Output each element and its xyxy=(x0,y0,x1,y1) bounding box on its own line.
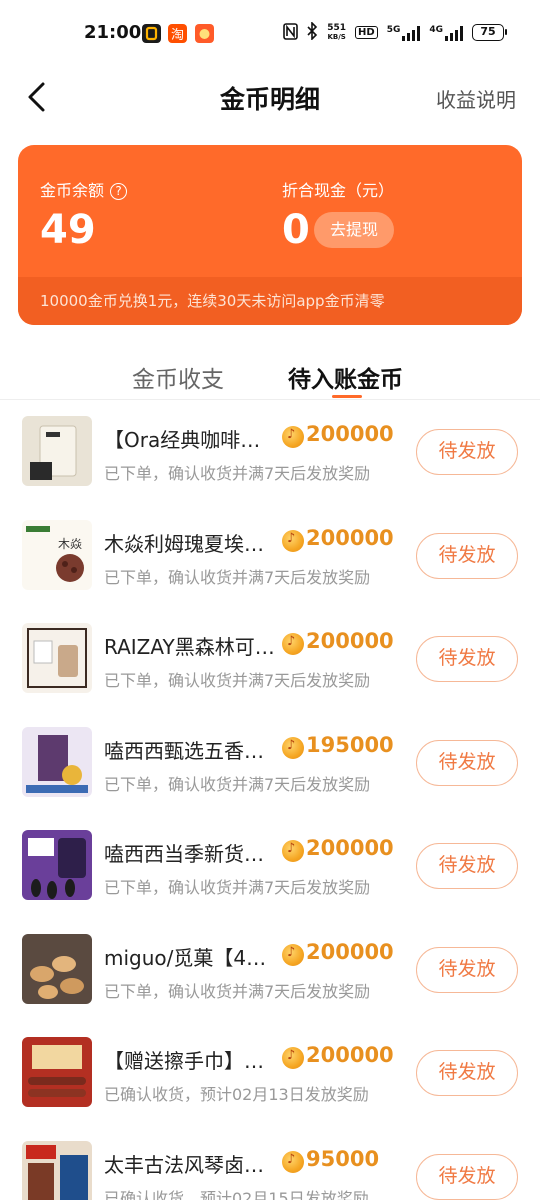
withdraw-button[interactable]: 去提现 xyxy=(314,212,394,248)
coin-amount: 200000 xyxy=(306,836,394,860)
product-thumbnail xyxy=(22,726,92,797)
coin-icon xyxy=(282,633,304,655)
coin-icon xyxy=(282,529,304,552)
balance-card: 金币余额? 49 折合现金（元） 0 去提现 10000金币兑换1元，连续30天… xyxy=(18,145,522,325)
pending-release-button[interactable]: 待发放 xyxy=(416,532,518,579)
cash-equivalent-label: 折合现金（元） xyxy=(282,181,395,200)
product-thumbnail xyxy=(22,933,92,1004)
coin-amount: 200000 xyxy=(306,1043,394,1067)
signal-4g-icon: 4G xyxy=(429,25,463,41)
list-item[interactable]: 嗑西西当季新货… 200000 已下单，确认收货并满7天后发放奖励 待发放 xyxy=(0,814,540,918)
coin-amount: 95000 xyxy=(306,1146,380,1171)
bluetooth-icon xyxy=(307,21,318,43)
earnings-explanation-link[interactable]: 收益说明 xyxy=(436,84,516,113)
product-thumbnail xyxy=(22,1140,92,1200)
status-indicators: 551 KB/S HD 5G 4G 75 xyxy=(283,21,507,43)
coin-icon xyxy=(282,943,304,966)
coin-balance-value: 49 xyxy=(40,207,96,253)
product-thumbnail xyxy=(22,1037,92,1107)
net-speed-value: 551 xyxy=(327,22,347,33)
pending-release-button[interactable]: 待发放 xyxy=(416,429,518,475)
product-name: 嗑西西当季新货… xyxy=(104,842,264,866)
pending-release-button[interactable]: 待发放 xyxy=(416,1153,518,1200)
reward-status: 已确认收货，预计02月13日发放奖励 xyxy=(104,1085,369,1104)
status-time: 21:00 xyxy=(84,22,142,43)
coin-amount: 195000 xyxy=(306,732,394,757)
coin-amount: 200000 xyxy=(306,939,394,964)
product-name: RAIZAY黑森林可… xyxy=(104,635,275,659)
hd-badge: HD xyxy=(355,26,378,39)
coin-icon xyxy=(282,1150,304,1173)
battery-icon: 75 xyxy=(472,24,507,41)
coin-icon xyxy=(282,736,304,759)
coin-amount: 200000 xyxy=(306,422,394,446)
net-speed-unit: KB/S xyxy=(327,32,346,41)
list-item[interactable]: 【Ora经典咖啡… 200000 已下单，确认收货并满7天后发放奖励 待发放 xyxy=(0,400,540,504)
product-name: 木焱利姆瑰夏埃… xyxy=(104,531,264,556)
reward-status: 已下单，确认收货并满7天后发放奖励 xyxy=(104,464,371,483)
pending-release-button[interactable]: 待发放 xyxy=(416,1050,518,1096)
reward-status: 已确认收货，预计02月15日发放奖励 xyxy=(104,1188,369,1200)
list-item[interactable]: 木焱 木焱利姆瑰夏埃… 200000 已下单，确认收货并满7天后发放奖励 待发放 xyxy=(0,504,540,608)
list-item[interactable]: 太丰古法风琴卤… 95000 已确认收货，预计02月15日发放奖励 待发放 xyxy=(0,1125,540,1200)
list-item[interactable]: miguo/觅菓【4… 200000 已下单，确认收货并满7天后发放奖励 待发放 xyxy=(0,918,540,1022)
product-name: 太丰古法风琴卤… xyxy=(104,1152,264,1177)
reward-status: 已下单，确认收货并满7天后发放奖励 xyxy=(104,774,371,794)
coin-icon xyxy=(282,426,304,448)
net-speed: 551 KB/S xyxy=(327,22,347,42)
tab-coin-transactions[interactable]: 金币收支 xyxy=(132,360,224,394)
nav-header: 金币明细 收益说明 xyxy=(0,66,540,128)
reward-status: 已下单，确认收货并满7天后发放奖励 xyxy=(104,671,371,690)
taobao-notification-icon: 淘 xyxy=(168,24,187,43)
svg-text:淘: 淘 xyxy=(171,28,184,43)
pending-release-button[interactable]: 待发放 xyxy=(416,946,518,993)
list-item[interactable]: RAIZAY黑森林可… 200000 已下单，确认收货并满7天后发放奖励 待发放 xyxy=(0,607,540,711)
list-item[interactable]: 【赠送擦手巾】… 200000 已确认收货，预计02月13日发放奖励 待发放 xyxy=(0,1021,540,1125)
cash-equivalent-value: 0 xyxy=(282,207,310,253)
active-tab-indicator xyxy=(332,395,362,398)
pending-release-button[interactable]: 待发放 xyxy=(416,843,518,889)
nfc-icon xyxy=(283,22,299,43)
svg-text:木焱: 木焱 xyxy=(58,537,82,551)
pending-release-button[interactable]: 待发放 xyxy=(416,636,518,682)
product-thumbnail xyxy=(22,623,92,693)
reward-status: 已下单，确认收货并满7天后发放奖励 xyxy=(104,981,371,1001)
back-arrow-icon[interactable] xyxy=(24,80,52,114)
list-item[interactable]: 嗑西西甄选五香… 195000 已下单，确认收货并满7天后发放奖励 待发放 xyxy=(0,711,540,815)
exchange-rule-note: 10000金币兑换1元，连续30天未访问app金币清零 xyxy=(40,292,385,310)
product-name: 【Ora经典咖啡… xyxy=(104,428,261,452)
tab-bar: 金币收支 待入账金币 xyxy=(0,348,540,400)
coin-balance-label: 金币余额? xyxy=(40,177,128,201)
coin-balance-label-text: 金币余额 xyxy=(40,181,105,200)
app-notification-icon xyxy=(142,24,161,43)
pending-coin-list: 【Ora经典咖啡…200000已下单，确认收货并满7天后发放奖励待发放木焱木焱利… xyxy=(0,400,540,1200)
coin-icon xyxy=(282,1047,304,1069)
pending-release-button[interactable]: 待发放 xyxy=(416,739,518,786)
product-name: 嗑西西甄选五香… xyxy=(104,738,264,763)
status-bar: 21:00 淘 551 KB/S HD 5G 4G 75 xyxy=(0,0,540,66)
product-thumbnail xyxy=(22,416,92,486)
tab-pending-coins[interactable]: 待入账金币 xyxy=(288,360,403,394)
product-name: miguo/觅菓【4… xyxy=(104,945,267,970)
signal-5g-icon: 5G xyxy=(387,25,421,41)
reward-status: 已下单，确认收货并满7天后发放奖励 xyxy=(104,878,371,897)
signal-4g-label: 4G xyxy=(429,24,443,35)
question-icon[interactable]: ? xyxy=(110,183,128,200)
product-thumbnail: 木焱 xyxy=(22,519,92,590)
coin-amount: 200000 xyxy=(306,525,394,550)
product-name: 【赠送擦手巾】… xyxy=(104,1049,264,1073)
reward-status: 已下单，确认收货并满7天后发放奖励 xyxy=(104,567,371,587)
coin-amount: 200000 xyxy=(306,629,394,653)
signal-5g-label: 5G xyxy=(386,24,401,35)
product-thumbnail xyxy=(22,830,92,900)
coin-icon xyxy=(282,840,304,862)
shop-notification-icon xyxy=(195,24,214,43)
